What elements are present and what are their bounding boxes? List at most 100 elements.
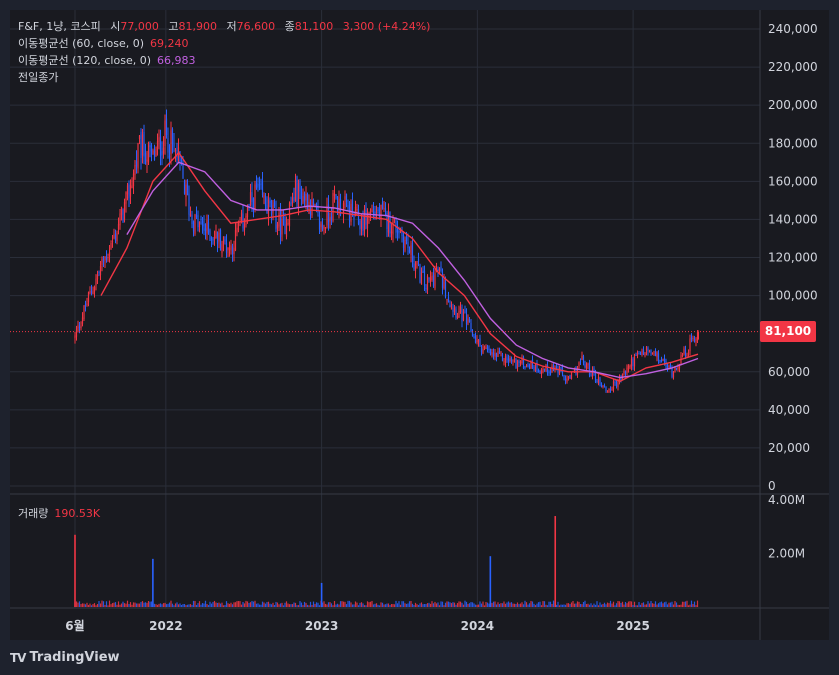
legend-ma120-row[interactable]: 이동평균선 (120, close, 0) 66,983	[18, 52, 430, 69]
volume-bar	[296, 605, 298, 607]
volume-bar	[162, 603, 165, 607]
volume-bar	[618, 601, 621, 607]
legend-close-value: 81,100	[294, 20, 334, 33]
candle-body	[636, 352, 639, 356]
candle-body	[590, 375, 592, 377]
volume-bar	[287, 603, 289, 607]
volume-bar	[312, 601, 315, 607]
volume-bar	[221, 602, 223, 607]
candle-body	[279, 209, 282, 237]
candle-body	[488, 348, 490, 350]
volume-bar	[533, 603, 535, 607]
candle-body	[296, 176, 298, 205]
volume-bar	[462, 604, 465, 607]
candle-body	[425, 288, 427, 290]
volume-bar	[636, 605, 639, 607]
volume-bar	[179, 603, 181, 607]
candle-body	[611, 389, 613, 391]
volume-bar	[110, 604, 112, 607]
volume-bar	[92, 604, 94, 607]
candle-body	[633, 356, 636, 367]
candle-body	[371, 209, 373, 212]
volume-bar	[504, 603, 507, 607]
volume-bar	[395, 600, 397, 607]
candle-body	[228, 248, 231, 250]
legend-prev-close-row[interactable]: 전일종가	[18, 69, 430, 86]
candle-body	[311, 199, 313, 216]
candle-body	[86, 303, 88, 305]
candle-body	[501, 354, 504, 361]
volume-bar	[177, 604, 180, 607]
volume-bar	[531, 601, 534, 607]
candle-body	[80, 325, 82, 329]
tradingview-brand[interactable]: TV TradingView	[10, 650, 120, 665]
volume-bar	[543, 601, 546, 607]
candle-body	[87, 292, 90, 303]
legend-symbol[interactable]: F&F, 1냥, 코스피	[18, 20, 101, 33]
volume-bar	[611, 603, 613, 607]
candle-body	[95, 278, 97, 286]
candle-body	[657, 353, 660, 361]
volume-legend[interactable]: 거래량 190.53K	[18, 505, 100, 521]
candle-body	[534, 364, 537, 372]
candle-body	[560, 366, 562, 370]
volume-bar	[584, 600, 586, 607]
volume-bar	[522, 604, 525, 607]
candle-body	[147, 143, 150, 163]
candle-body	[110, 242, 112, 250]
volume-bar	[428, 602, 430, 607]
price-tick-label: 240,000	[768, 22, 818, 36]
candle-body	[654, 352, 657, 356]
candle-body	[278, 213, 280, 227]
candle-body	[272, 205, 274, 213]
volume-bar	[687, 605, 690, 607]
volume-bar	[308, 605, 310, 607]
volume-bar	[270, 604, 273, 607]
legend-open-value: 77,000	[120, 20, 159, 33]
candle-body	[164, 120, 166, 147]
volume-bar	[365, 605, 367, 607]
volume-bar	[414, 602, 417, 607]
volume-bar	[305, 602, 307, 607]
volume-bar	[89, 603, 91, 607]
volume-bar	[170, 600, 172, 607]
volume-bar	[578, 601, 580, 607]
volume-bar	[402, 601, 405, 607]
volume-bar	[432, 603, 435, 607]
volume-bar	[422, 604, 424, 607]
candle-body	[695, 339, 697, 343]
volume-bar	[342, 601, 345, 607]
volume-bar	[591, 605, 594, 607]
candle-body	[342, 203, 345, 214]
candle-body	[434, 272, 436, 289]
candle-body	[624, 371, 627, 375]
volume-bar	[380, 602, 382, 607]
candle-body	[692, 337, 694, 339]
candle-body	[249, 192, 252, 205]
candle-body	[467, 318, 469, 324]
candle-body	[78, 326, 81, 329]
chart-canvas[interactable]: 240,000 220,000 200,000 180,000 160,000 140,0…	[0, 0, 839, 675]
volume-bar	[122, 601, 124, 607]
legend-low-label: 저	[226, 20, 237, 33]
volume-bar	[357, 605, 360, 607]
volume-bar	[363, 605, 366, 607]
volume-bar	[515, 604, 517, 607]
candle-body	[429, 277, 432, 281]
candle-body	[308, 201, 310, 214]
candle-body	[189, 214, 192, 217]
candle-body	[647, 348, 649, 351]
legend-ma60-row[interactable]: 이동평균선 (60, close, 0) 69,240	[18, 35, 430, 52]
legend-ma60-value: 69,240	[150, 37, 189, 50]
candle-body	[638, 353, 640, 355]
volume-bar	[473, 603, 475, 607]
volume-bar	[77, 602, 79, 607]
volume-bar	[663, 602, 666, 607]
volume-bar	[536, 603, 538, 607]
candle-body	[162, 147, 165, 154]
volume-bar	[242, 601, 244, 607]
candle-body	[603, 385, 606, 387]
candle-body	[495, 353, 498, 358]
volume-bar	[605, 604, 607, 607]
volume-bar	[306, 604, 309, 607]
